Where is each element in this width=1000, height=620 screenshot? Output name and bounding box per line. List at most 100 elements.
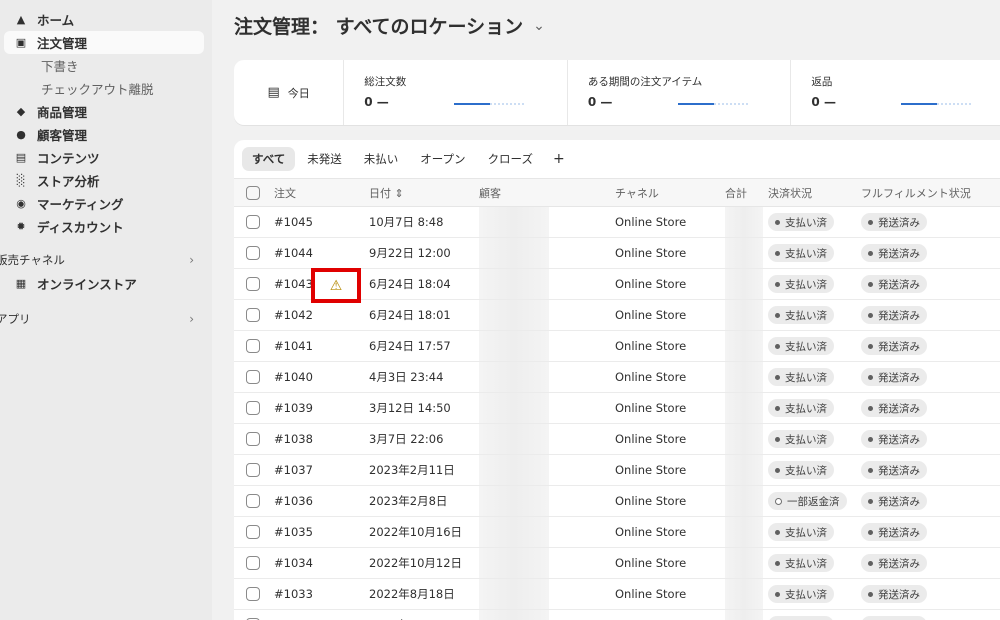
table-row[interactable]: #1037 2023年2月11日 Online Store 支払い済 発送済み: [234, 454, 1000, 486]
order-number[interactable]: #1033: [274, 578, 369, 610]
nav-home[interactable]: ▲ ホーム: [4, 8, 204, 31]
payment-status-text: 一部返金済: [787, 495, 840, 508]
tab-all[interactable]: すべて: [242, 147, 296, 171]
table-row[interactable]: #1035 2022年10月16日 Online Store 支払い済 発送済み: [234, 516, 1000, 548]
table-row[interactable]: #1044 9月22日 12:00 Online Store 支払い済 発送済み: [234, 237, 1000, 269]
page-title[interactable]: 注文管理： すべてのロケーション ⌄: [234, 12, 545, 39]
order-number[interactable]: #1039: [274, 392, 369, 424]
chevron-right-icon: ›: [189, 312, 194, 326]
table-row[interactable]: #1045 10月7日 8:48 Online Store 支払い済 発送済み: [234, 206, 1000, 238]
customer-name-redacted: [479, 486, 549, 516]
order-date: 6月24日 18:01: [369, 299, 479, 331]
row-checkbox[interactable]: [246, 370, 260, 385]
order-channel: Online Store: [615, 454, 725, 486]
order-number[interactable]: #1041: [274, 330, 369, 362]
nav-abandoned-checkouts[interactable]: チェックアウト離脱: [4, 77, 204, 100]
row-checkbox[interactable]: [246, 277, 260, 292]
nav-online-store[interactable]: ▦ オンラインストア: [4, 272, 204, 295]
metric-ordered-items[interactable]: ある期間の注文アイテム 0 —: [566, 60, 791, 125]
order-number[interactable]: #1034: [274, 547, 369, 579]
row-checkbox[interactable]: [246, 308, 260, 323]
add-view-button[interactable]: +: [545, 147, 573, 171]
nav-analytics-label: ストア分析: [37, 174, 100, 189]
order-number[interactable]: #1038: [274, 423, 369, 455]
row-checkbox[interactable]: [246, 587, 260, 602]
row-checkbox[interactable]: [246, 339, 260, 354]
order-date: 4月3日 23:44: [369, 361, 479, 393]
order-total-redacted: [725, 548, 763, 578]
table-row[interactable]: #1041 6月24日 17:57 Online Store 支払い済 発送済み: [234, 330, 1000, 362]
warning-icon[interactable]: ⚠: [330, 278, 343, 294]
table-row[interactable]: #1034 2022年10月12日 Online Store 支払い済 発送済み: [234, 547, 1000, 579]
tab-unfulfilled[interactable]: 未発送: [297, 147, 352, 171]
order-total-redacted: [725, 331, 763, 361]
nav-orders[interactable]: ▣ 注文管理: [4, 31, 204, 54]
tab-closed[interactable]: クローズ: [478, 147, 543, 171]
payment-status-badge: 支払い済: [768, 337, 834, 355]
fulfillment-status-text: 発送済み: [878, 433, 920, 446]
row-checkbox[interactable]: [246, 246, 260, 261]
order-number[interactable]: #1037: [274, 454, 369, 486]
col-customer: 顧客: [479, 178, 615, 207]
nav-analytics[interactable]: ░ ストア分析: [4, 169, 204, 192]
fulfillment-status-text: 発送済み: [878, 216, 920, 229]
table-row[interactable]: #1036 2023年2月8日 Online Store 一部返金済 発送済み: [234, 485, 1000, 517]
order-number[interactable]: #1032: [274, 609, 369, 620]
payment-status-badge: 支払い済: [768, 399, 834, 417]
sparkline: [901, 103, 974, 105]
order-number[interactable]: #1036: [274, 485, 369, 517]
row-checkbox[interactable]: [246, 525, 260, 540]
order-channel: Online Store: [615, 361, 725, 393]
row-checkbox[interactable]: [246, 494, 260, 509]
metric-returns[interactable]: 返品 0 —: [790, 60, 1000, 125]
customer-name-redacted: [479, 393, 549, 423]
fulfillment-status-badge: 発送済み: [861, 492, 927, 510]
fulfillment-status-badge: 発送済み: [861, 337, 927, 355]
nav-content[interactable]: ▤ コンテンツ: [4, 146, 204, 169]
row-checkbox[interactable]: [246, 401, 260, 416]
nav-customers[interactable]: ● 顧客管理: [4, 123, 204, 146]
nav-marketing[interactable]: ◉ マーケティング: [4, 192, 204, 215]
table-row[interactable]: #10322022年8月15日 Online Store 支払い済 発送済み: [234, 609, 1000, 620]
order-number[interactable]: #1044: [274, 237, 369, 269]
tab-unpaid[interactable]: 未払い: [354, 147, 409, 171]
row-checkbox[interactable]: [246, 463, 260, 478]
sparkline: [454, 103, 527, 105]
status-dot-icon: [868, 250, 873, 256]
fulfillment-status-badge: 発送済み: [861, 461, 927, 479]
fulfillment-status-badge: 発送済み: [861, 585, 927, 603]
col-payment-status: 決済状況: [768, 178, 861, 207]
chevron-down-icon[interactable]: ⌄: [533, 18, 545, 34]
table-row[interactable]: #1040 4月3日 23:44 Online Store 支払い済 発送済み: [234, 361, 1000, 393]
row-checkbox[interactable]: [246, 432, 260, 447]
status-dot-icon: [868, 281, 873, 287]
tab-open[interactable]: オープン: [410, 147, 475, 171]
col-date[interactable]: 日付 ⇕: [369, 178, 479, 207]
order-channel: Online Store: [615, 299, 725, 331]
tag-icon: ◆: [16, 105, 26, 118]
nav-discounts[interactable]: ✹ ディスカウント: [4, 215, 204, 238]
order-channel: Online Store: [615, 547, 725, 579]
order-number[interactable]: #1035: [274, 516, 369, 548]
nav-section-sales-channels[interactable]: 販売チャネル ›: [0, 248, 212, 272]
order-number[interactable]: #1045: [274, 206, 369, 238]
order-number[interactable]: #1042: [274, 299, 369, 331]
table-row[interactable]: #1033 2022年8月18日 Online Store 支払い済 発送済み: [234, 578, 1000, 610]
table-row[interactable]: #1042 6月24日 18:01 Online Store 支払い済 発送済み: [234, 299, 1000, 331]
order-channel: Online Store: [615, 485, 725, 517]
row-checkbox[interactable]: [246, 215, 260, 230]
nav-section-apps[interactable]: アプリ ›: [0, 307, 212, 331]
select-all-checkbox[interactable]: [246, 185, 260, 200]
status-dot-icon: [868, 467, 873, 473]
nav-products[interactable]: ◆ 商品管理: [4, 100, 204, 123]
table-row[interactable]: #1038 3月7日 22:06 Online Store 支払い済 発送済み: [234, 423, 1000, 455]
order-number[interactable]: #1040: [274, 361, 369, 393]
order-total-redacted: [725, 362, 763, 392]
date-range-button[interactable]: ▤ 今日: [234, 60, 343, 125]
nav-drafts[interactable]: 下書き: [4, 54, 204, 77]
metric-total-orders[interactable]: 総注文数 0 —: [343, 60, 567, 125]
row-checkbox[interactable]: [246, 556, 260, 571]
bar-chart-icon: ░: [16, 174, 26, 187]
order-date: 2022年8月18日: [369, 578, 479, 610]
table-row[interactable]: #1039 3月12日 14:50 Online Store 支払い済 発送済み: [234, 392, 1000, 424]
